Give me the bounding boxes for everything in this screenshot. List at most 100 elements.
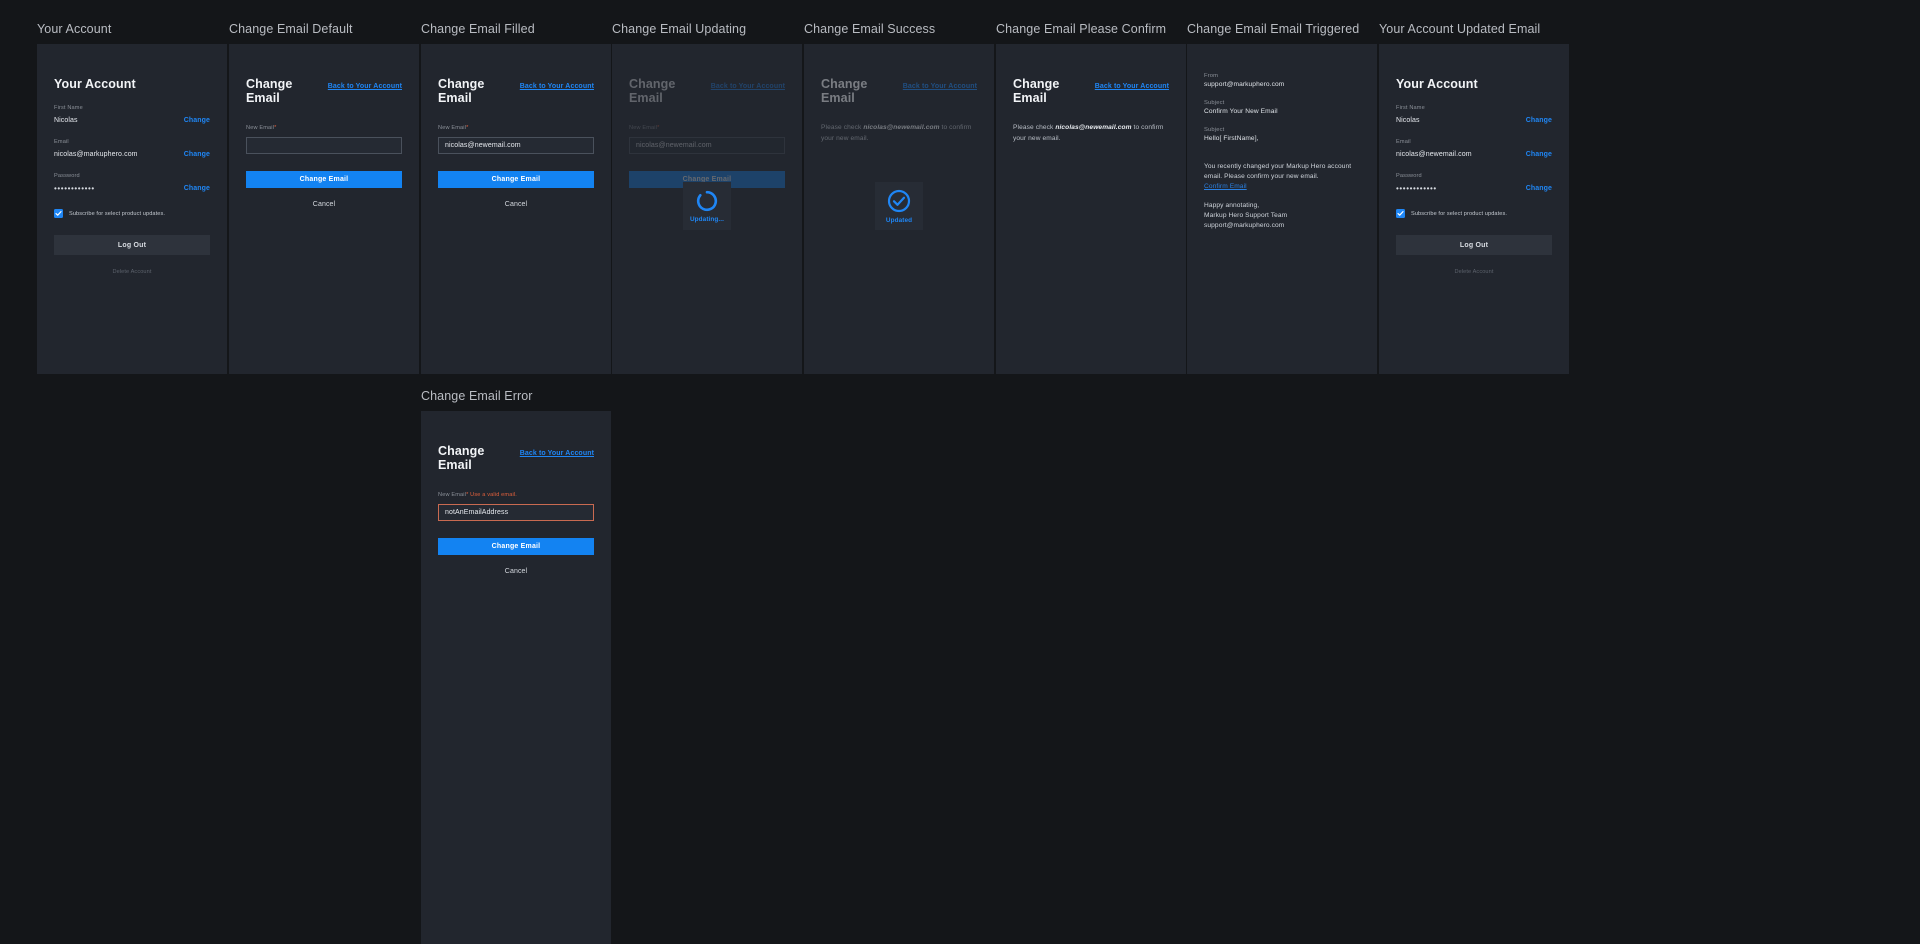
field-label: New Email* [438,125,594,132]
frame-change-email-please-confirm: Change Email Please Confirm Change Email… [996,22,1186,374]
frame-title: Change Email Error [421,389,533,403]
cancel-button[interactable]: Cancel [438,568,594,575]
field-value: •••••••••••• [54,184,95,193]
frame-body: Change Email Back to Your Account New Em… [612,44,802,374]
updating-status-box: Updating... [683,182,731,230]
new-email-input[interactable]: notAnEmailAddress [438,504,594,521]
field-label: Password [1396,173,1422,179]
status-label: Updated [885,216,913,224]
frame-change-email-email-triggered: Change Email Email Triggered From suppor… [1187,22,1377,374]
back-to-account-link[interactable]: Back to Your Account [520,83,594,90]
field-label-text: New Email [246,125,275,131]
mail-subject-label: Subject [1204,100,1225,106]
field-value: nicolas@newemail.com [1396,151,1472,158]
frame-change-email-default: Change Email Default Change Email Back t… [229,22,419,374]
mail-paragraph: You recently changed your Markup Hero ac… [1204,163,1352,180]
mail-signoff-1: Happy annotating, [1204,202,1260,209]
frame-change-email-success: Change Email Success Change Email Back t… [804,22,994,374]
frame-your-account: Your Account Your Account First Name Nic… [37,22,227,374]
input-value: notAnEmailAddress [445,509,509,516]
change-password-link[interactable]: Change [1526,185,1552,192]
change-email-button[interactable]: Change Email [438,171,594,188]
frame-body: From support@markuphero.com Subject Conf… [1187,44,1377,374]
change-email-button[interactable]: Change Email [246,171,402,188]
field-value: •••••••••••• [1396,184,1437,193]
field-first-name: First Name Nicolas Change [1396,105,1552,125]
frame-body: Your Account First Name Nicolas Change E… [1379,44,1569,374]
frame-body: Change Email Back to Your Account New Em… [229,44,419,374]
back-to-account-link[interactable]: Back to Your Account [711,83,785,90]
new-email-input[interactable]: nicolas@newemail.com [629,137,785,154]
required-mark: * [466,492,469,498]
logout-button[interactable]: Log Out [54,235,210,255]
frame-change-email-updating: Change Email Updating Change Email Back … [612,22,802,374]
page-title: Your Account [54,77,136,91]
field-label: Password [54,173,80,179]
field-first-name: First Name Nicolas Change [54,105,210,125]
check-circle-icon [887,189,911,213]
frame-title: Change Email Default [229,22,353,36]
change-email-link[interactable]: Change [1526,151,1552,158]
page-title: Your Account [1396,77,1478,91]
change-email-link[interactable]: Change [184,151,210,158]
required-mark: * [657,125,660,131]
subscribe-row[interactable]: Subscribe for select product updates. [1396,209,1552,218]
checkbox-icon[interactable] [54,209,63,218]
required-mark: * [274,125,277,131]
change-password-link[interactable]: Change [184,185,210,192]
mail-subject-value: Confirm Your New Email [1204,108,1278,115]
subscribe-row[interactable]: Subscribe for select product updates. [54,209,210,218]
frame-body: Your Account First Name Nicolas Change E… [37,44,227,374]
page-title: Change Email [1013,77,1060,105]
field-error-text: Use a valid email. [470,492,517,498]
frame-title: Change Email Updating [612,22,747,36]
frame-body: Change Email Back to Your Account New Em… [421,411,611,944]
frame-title: Your Account [37,22,112,36]
updated-status-box: Updated [875,182,923,230]
message-prefix: Please check [1013,124,1056,131]
field-label: First Name [54,105,83,111]
delete-account-link[interactable]: Delete Account [1396,269,1552,275]
mail-body-label: Subject [1204,127,1225,133]
mail-signoff-3: support@markuphero.com [1204,222,1285,229]
new-email-input[interactable]: nicolas@newemail.com [438,137,594,154]
checkbox-icon[interactable] [1396,209,1405,218]
cancel-button[interactable]: Cancel [438,201,594,208]
message-prefix: Please check [821,124,864,131]
back-to-account-link[interactable]: Back to Your Account [1095,83,1169,90]
field-label-text: New Email [629,125,658,131]
input-value: nicolas@newemail.com [445,142,521,149]
frame-body: Change Email Back to Your Account Please… [804,44,994,374]
logout-button[interactable]: Log Out [1396,235,1552,255]
new-email-input[interactable] [246,137,402,154]
input-value: nicolas@newemail.com [636,142,712,149]
back-to-account-link[interactable]: Back to Your Account [903,83,977,90]
design-canvas: Your Account Your Account First Name Nic… [0,0,1920,944]
mail-greeting: Hello[ FirstName], [1204,135,1259,142]
field-label: New Email* Use a valid email. [438,492,594,499]
frame-title: Change Email Please Confirm [996,22,1167,36]
frame-title: Change Email Filled [421,22,535,36]
delete-account-link[interactable]: Delete Account [54,269,210,275]
frame-change-email-error: Change Email Error Change Email Back to … [421,389,611,944]
field-email: Email nicolas@markuphero.com Change [54,139,210,159]
field-value: nicolas@markuphero.com [54,151,138,158]
status-label: Updating... [689,215,725,223]
page-title: Change Email [821,77,868,105]
cancel-button[interactable]: Cancel [246,201,402,208]
field-value: Nicolas [1396,117,1420,124]
frame-body: Change Email Back to Your Account Please… [996,44,1186,374]
subscribe-label: Subscribe for select product updates. [69,210,166,217]
back-to-account-link[interactable]: Back to Your Account [328,83,402,90]
change-first-name-link[interactable]: Change [1526,117,1552,124]
frame-your-account-updated-email: Your Account Updated Email Your Account … [1379,22,1569,374]
back-to-account-link[interactable]: Back to Your Account [520,450,594,457]
change-first-name-link[interactable]: Change [184,117,210,124]
confirm-email-link[interactable]: Confirm Email [1204,183,1247,190]
page-title: Change Email [438,444,485,472]
subscribe-label: Subscribe for select product updates. [1411,210,1508,217]
field-password: Password •••••••••••• Change [1396,173,1552,193]
confirm-message: Please check nicolas@newemail.com to con… [821,123,977,144]
field-label-text: New Email [438,492,467,498]
change-email-button[interactable]: Change Email [438,538,594,555]
